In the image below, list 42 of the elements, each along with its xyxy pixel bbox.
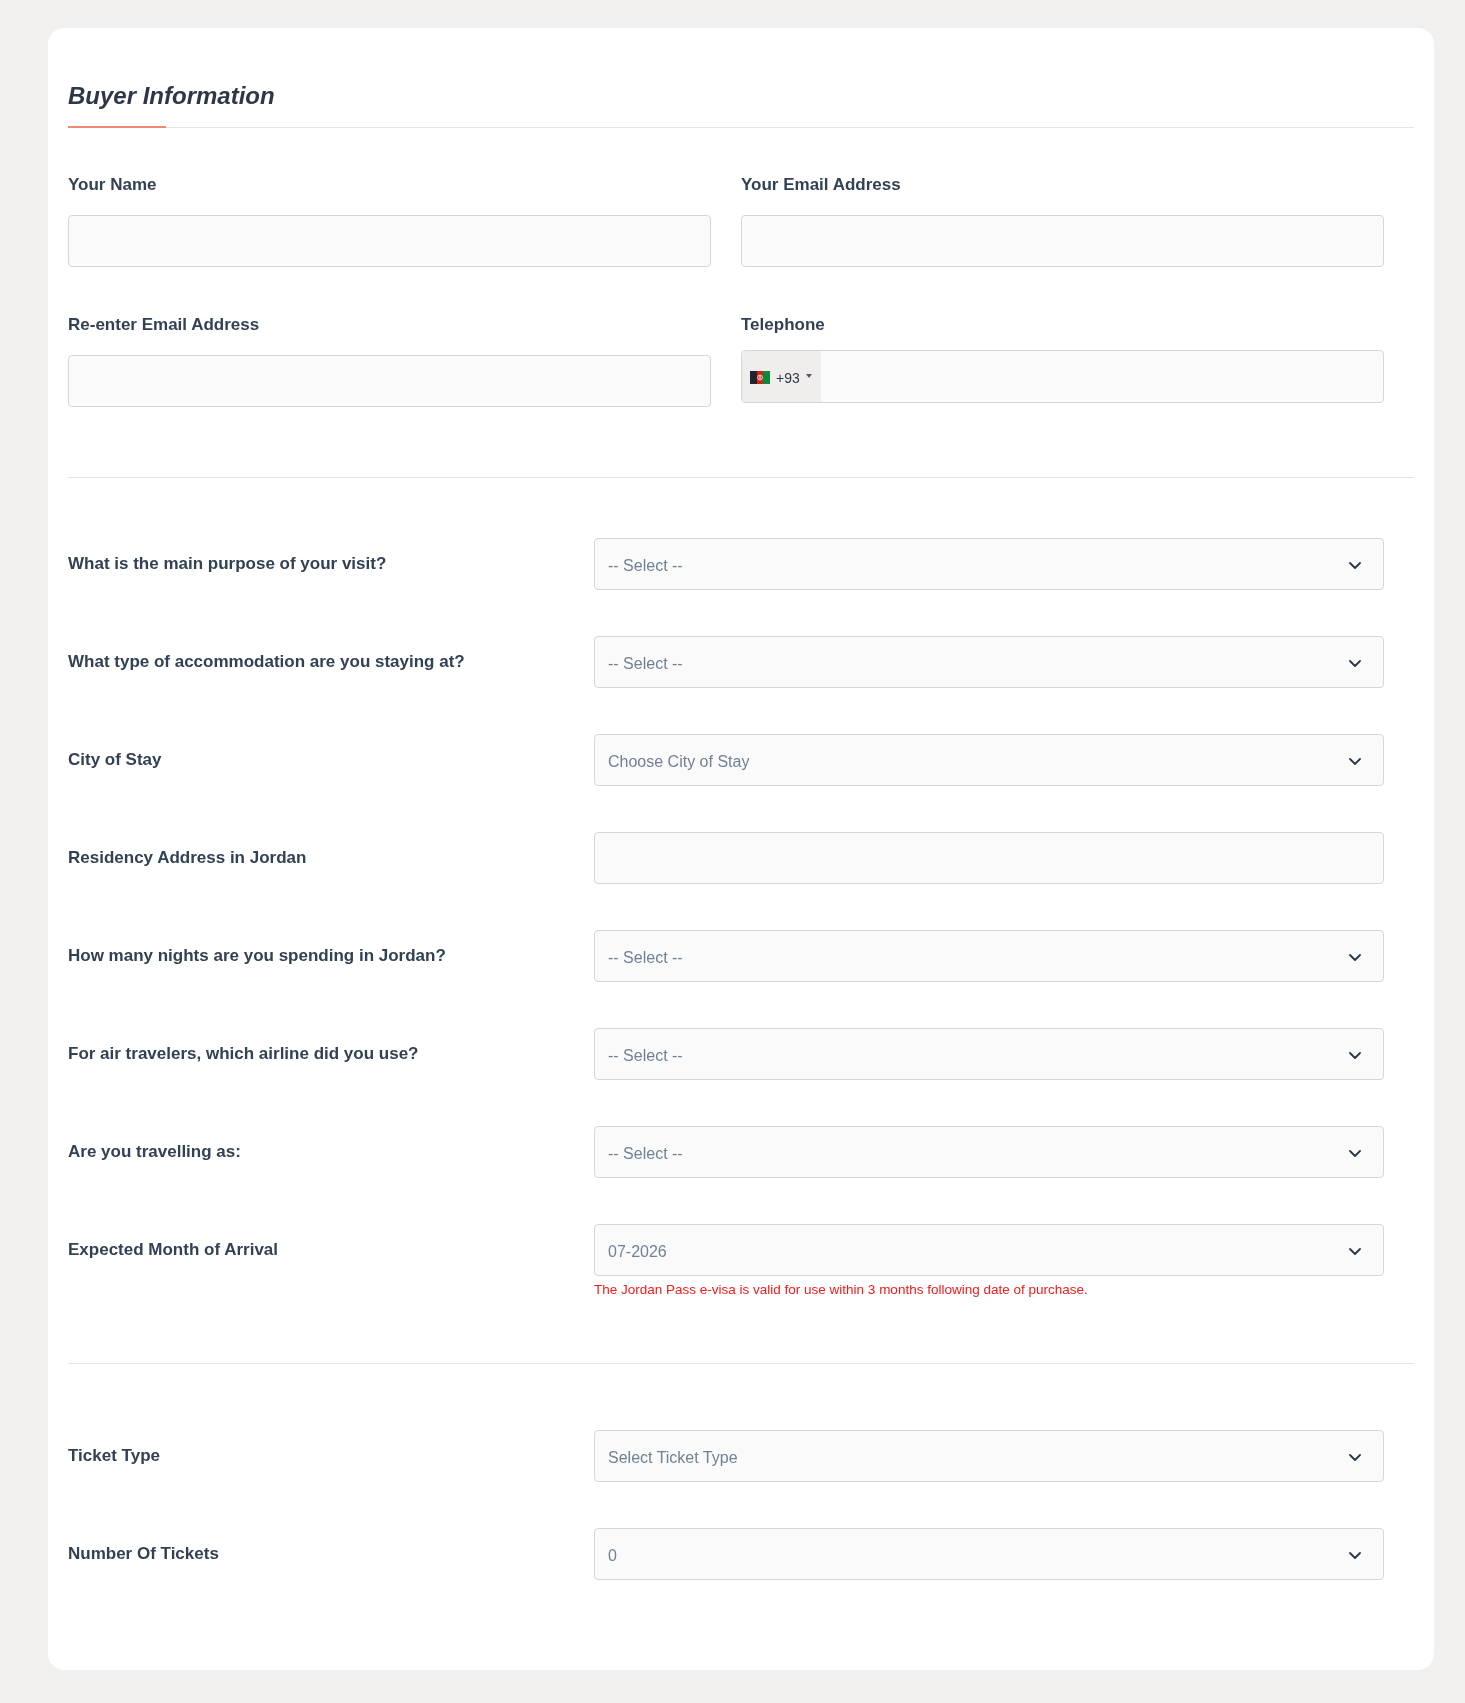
chevron-down-icon xyxy=(1349,758,1361,765)
chevron-down-icon xyxy=(1349,1454,1361,1461)
dropdown-field[interactable]: -- Select -- xyxy=(594,1126,1384,1178)
question-label: What is the main purpose of your visit? xyxy=(68,554,387,574)
chevron-down-icon xyxy=(1349,1248,1361,1255)
question-label: How many nights are you spending in Jordan? xyxy=(68,946,446,966)
input-field[interactable] xyxy=(741,215,1384,267)
chevron-down-icon xyxy=(1349,954,1361,961)
dropdown-field[interactable]: 0 xyxy=(594,1528,1384,1580)
flag-icon xyxy=(750,371,770,384)
dropdown-field[interactable]: Select Ticket Type xyxy=(594,1430,1384,1482)
chevron-down-icon xyxy=(1349,1150,1361,1157)
question-label: Residency Address in Jordan xyxy=(68,848,307,868)
question-label: For air travelers, which airline did you use? xyxy=(68,1044,419,1064)
question-label: What type of accommodation are you staying at? xyxy=(68,652,465,672)
field-label: Your Email Address xyxy=(741,175,901,195)
question-label: Number Of Tickets xyxy=(68,1544,219,1564)
question-label: Ticket Type xyxy=(68,1446,160,1466)
question-label: Expected Month of Arrival xyxy=(68,1240,278,1260)
chevron-down-icon xyxy=(1349,1552,1361,1559)
chevron-down-icon xyxy=(1349,1052,1361,1059)
dropdown-field[interactable]: -- Select -- xyxy=(594,930,1384,982)
field-label: Your Name xyxy=(68,175,157,195)
dropdown-field[interactable]: Choose City of Stay xyxy=(594,734,1384,786)
dropdown-field[interactable]: -- Select -- xyxy=(594,1028,1384,1080)
section-title: Buyer Information xyxy=(68,82,276,110)
validity-note: The Jordan Pass e-visa is valid for use within 3 months following date of purchase. xyxy=(594,1282,1088,1298)
chevron-down-icon xyxy=(1349,562,1361,569)
chevron-down-icon xyxy=(1349,660,1361,667)
field-label: Telephone xyxy=(741,315,825,335)
question-label: Are you travelling as: xyxy=(68,1142,241,1162)
question-label: City of Stay xyxy=(68,750,162,770)
caret-down-icon xyxy=(805,373,812,378)
country-code-dropdown[interactable]: +93 xyxy=(742,351,821,402)
dropdown-field[interactable]: 07-2026 xyxy=(594,1224,1384,1276)
dropdown-field[interactable]: -- Select -- xyxy=(594,636,1384,688)
input-field[interactable] xyxy=(594,832,1384,884)
input-field[interactable] xyxy=(68,215,711,267)
phone-field[interactable]: +93 xyxy=(741,350,1384,403)
input-field[interactable] xyxy=(68,355,711,407)
dropdown-field[interactable]: -- Select -- xyxy=(594,538,1384,590)
field-label: Re-enter Email Address xyxy=(68,315,260,335)
